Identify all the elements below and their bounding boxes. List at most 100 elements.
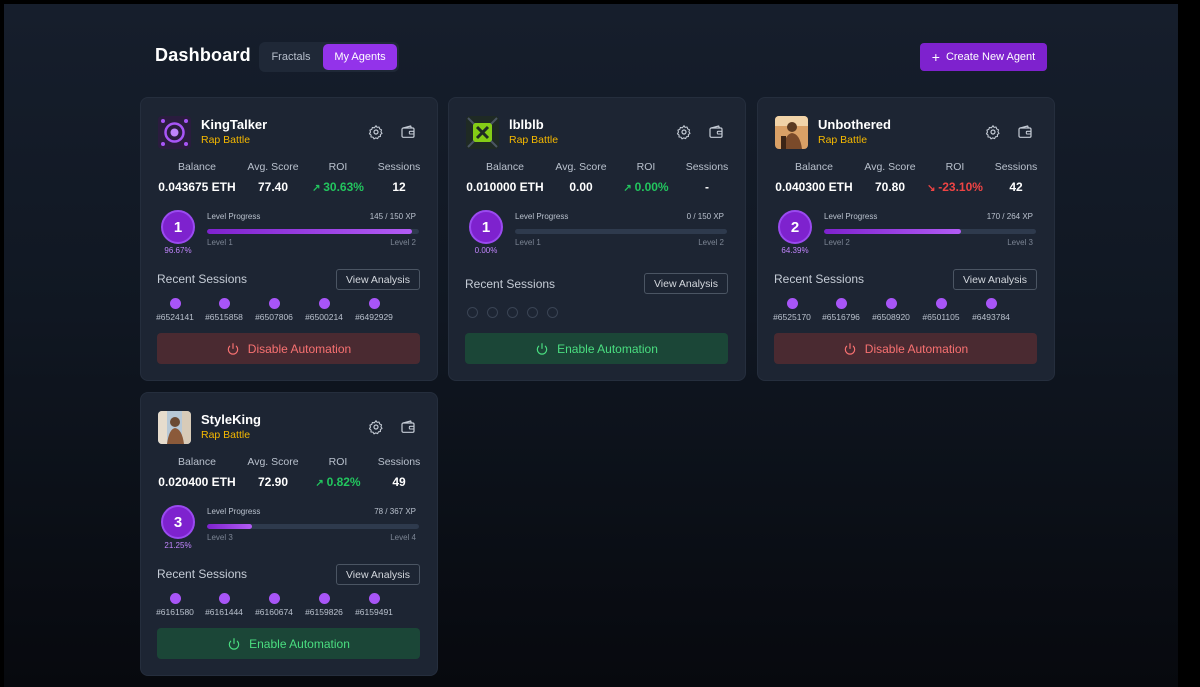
disable-automation-button[interactable]: Disable Automation	[774, 333, 1037, 364]
trend-down-icon: ↘	[927, 183, 939, 194]
agent-name: lblblb	[509, 117, 544, 132]
session-item[interactable]: #6516796	[817, 298, 865, 322]
sessions-label: Sessions	[377, 161, 421, 173]
automation-label: Disable Automation	[864, 341, 969, 356]
automation-label: Enable Automation	[249, 636, 350, 651]
level-to: Level 4	[390, 533, 416, 542]
agent-card-lblblb: lblblb Rap Battle Balance 0.010000 ETH Av…	[448, 97, 746, 381]
level-progress-bar	[824, 229, 1036, 234]
session-item[interactable]: #6515858	[200, 298, 248, 322]
level-badge: 3	[161, 505, 195, 539]
level-progress-fill	[824, 229, 961, 234]
empty-session-dot	[467, 307, 478, 318]
agent-stats: Balance 0.040300 ETH Avg. Score 70.80 ROI ↘…	[774, 161, 1040, 197]
avg-score-value: 72.90	[257, 475, 289, 489]
level-from: Level 3	[207, 533, 233, 542]
avg-score-label: Avg. Score	[247, 161, 299, 173]
session-item[interactable]: #6160674	[250, 593, 298, 617]
view-analysis-button[interactable]: View Analysis	[953, 269, 1037, 290]
level-to: Level 2	[390, 238, 416, 247]
agent-name: Unbothered	[818, 117, 891, 132]
empty-session-dot	[487, 307, 498, 318]
session-item[interactable]: #6525170	[768, 298, 816, 322]
level-from: Level 1	[515, 238, 541, 247]
session-item[interactable]: #6501105	[917, 298, 965, 322]
session-item[interactable]: #6161580	[151, 593, 199, 617]
roi-label: ROI	[636, 161, 656, 173]
balance-label: Balance	[178, 456, 216, 468]
view-analysis-button[interactable]: View Analysis	[336, 269, 420, 290]
gear-icon[interactable]	[985, 124, 1001, 140]
gear-icon[interactable]	[368, 124, 384, 140]
session-item[interactable]: #6524141	[151, 298, 199, 322]
wallet-icon[interactable]	[1017, 124, 1033, 140]
session-item[interactable]: #6508920	[867, 298, 915, 322]
balance-value: 0.020400 ETH	[158, 475, 236, 489]
green-x-icon	[466, 116, 499, 149]
wallet-icon[interactable]	[708, 124, 724, 140]
level-percent: 96.67%	[164, 246, 192, 255]
automation-label: Enable Automation	[557, 341, 658, 356]
disable-automation-button[interactable]: Disable Automation	[157, 333, 420, 364]
enable-automation-button[interactable]: Enable Automation	[157, 628, 420, 659]
agent-category: Rap Battle	[201, 429, 251, 441]
tab-my-agents[interactable]: My Agents	[323, 44, 397, 70]
wallet-icon[interactable]	[400, 419, 416, 435]
balance-label: Balance	[486, 161, 524, 173]
level-percent: 21.25%	[164, 541, 192, 550]
power-icon	[843, 342, 857, 356]
empty-session-dot	[547, 307, 558, 318]
session-item[interactable]: #6493784	[967, 298, 1015, 322]
recent-sessions-list: #6161580 #6161444 #6160674 #6159826 #615…	[156, 593, 407, 623]
sessions-label: Sessions	[994, 161, 1038, 173]
create-new-agent-button[interactable]: + Create New Agent	[920, 43, 1047, 71]
gear-icon[interactable]	[676, 124, 692, 140]
level-progress-label: Level Progress	[207, 212, 261, 221]
enable-automation-button[interactable]: Enable Automation	[465, 333, 728, 364]
create-new-agent-label: Create New Agent	[945, 51, 1036, 63]
session-item[interactable]: #6507806	[250, 298, 298, 322]
level-progress-label: Level Progress	[824, 212, 878, 221]
session-item[interactable]: #6500214	[300, 298, 348, 322]
roi-value: 0.00%	[634, 180, 669, 194]
automation-label: Disable Automation	[247, 341, 352, 356]
plus-icon: +	[931, 49, 940, 65]
roi-label: ROI	[328, 456, 348, 468]
sessions-value: 42	[1009, 180, 1023, 194]
session-item[interactable]: #6492929	[350, 298, 398, 322]
gear-icon[interactable]	[368, 419, 384, 435]
roi-value: -23.10%	[938, 180, 983, 194]
agent-card-unbothered: Unbothered Rap Battle Balance 0.040300 ET…	[757, 97, 1055, 381]
empty-session-dot	[507, 307, 518, 318]
recent-sessions-label: Recent Sessions	[774, 272, 865, 286]
session-item[interactable]: #6161444	[200, 593, 248, 617]
agent-stats: Balance 0.043675 ETH Avg. Score 77.40 ROI ↗…	[157, 161, 423, 197]
avatar	[775, 116, 808, 149]
roi-label: ROI	[945, 161, 965, 173]
level-badge: 1	[469, 210, 503, 244]
wallet-icon[interactable]	[400, 124, 416, 140]
view-analysis-button[interactable]: View Analysis	[336, 564, 420, 585]
view-analysis-button[interactable]: View Analysis	[644, 273, 728, 294]
roi-label: ROI	[328, 161, 348, 173]
agent-category: Rap Battle	[509, 134, 559, 146]
trend-up-icon: ↗	[315, 478, 327, 489]
recent-sessions-label: Recent Sessions	[157, 567, 248, 581]
session-item[interactable]: #6159826	[300, 593, 348, 617]
roi-value: 30.63%	[323, 180, 364, 194]
level-to: Level 3	[1007, 238, 1033, 247]
tab-fractals[interactable]: Fractals	[261, 44, 321, 70]
balance-label: Balance	[795, 161, 833, 173]
purple-orb-icon	[158, 116, 191, 149]
session-item[interactable]: #6159491	[350, 593, 398, 617]
sessions-label: Sessions	[377, 456, 421, 468]
portrait-icon	[775, 116, 808, 149]
recent-sessions-label: Recent Sessions	[157, 272, 248, 286]
view-tabs: Fractals My Agents	[259, 42, 399, 72]
trend-up-icon: ↗	[312, 183, 324, 194]
level-progress-fill	[207, 229, 412, 234]
avatar	[158, 116, 191, 149]
level-percent: 64.39%	[781, 246, 809, 255]
recent-sessions-list: #6524141 #6515858 #6507806 #6500214 #649…	[156, 298, 407, 328]
agent-category: Rap Battle	[818, 134, 868, 146]
